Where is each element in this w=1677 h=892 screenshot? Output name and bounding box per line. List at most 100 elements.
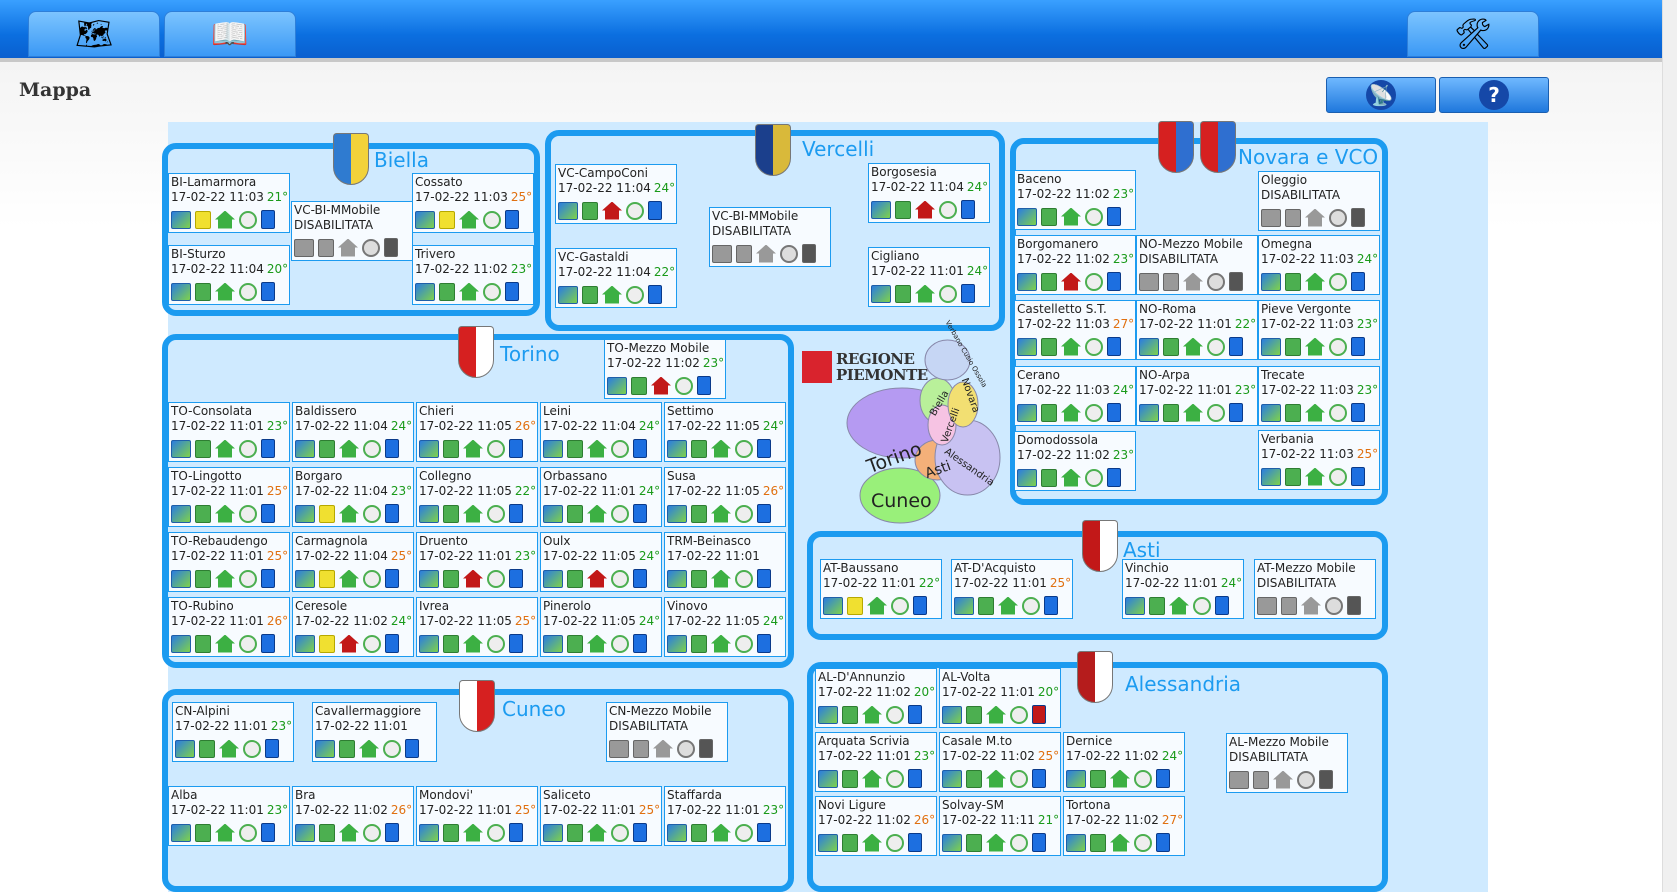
station-card[interactable]: BI-Sturzo 17-02-22 11:04 20° (168, 245, 290, 305)
battery-icon (1163, 272, 1179, 291)
station-card[interactable]: Druento 17-02-22 11:01 23° (416, 532, 538, 592)
station-card[interactable]: Baldissero 17-02-22 11:04 24° (292, 402, 414, 462)
station-card[interactable]: Trecate 17-02-22 11:03 23° (1258, 366, 1380, 426)
station-card[interactable]: Cigliano 17-02-22 11:01 24° (868, 247, 990, 307)
battery-icon (1041, 337, 1057, 356)
station-name: Pieve Vergonte (1261, 302, 1352, 316)
province-title-vercelli[interactable]: Vercelli (802, 137, 874, 161)
station-status-icons (1017, 468, 1121, 487)
station-card[interactable]: Castelletto S.T. 17-02-22 11:03 27° (1014, 300, 1136, 360)
station-card[interactable]: AT-Mezzo Mobile DISABILITATA (1254, 559, 1376, 619)
station-card[interactable]: AL-Volta 17-02-22 11:01 20° (939, 668, 1061, 728)
tools-button[interactable]: 🛠 (1407, 11, 1539, 57)
province-title-cuneo[interactable]: Cuneo (502, 697, 566, 721)
station-card[interactable]: Trivero 17-02-22 11:02 23° (412, 245, 534, 305)
station-card[interactable]: Baceno 17-02-22 11:02 23° (1014, 170, 1136, 230)
station-card[interactable]: NO-Roma 17-02-22 11:01 22° (1136, 300, 1258, 360)
station-card[interactable]: Cavallermaggiore 17-02-22 11:01 (312, 702, 437, 762)
station-card[interactable]: TRM-Beinasco 17-02-22 11:01 (664, 532, 786, 592)
station-card[interactable]: Bra 17-02-22 11:02 26° (292, 786, 414, 846)
station-card[interactable]: CN-Alpini 17-02-22 11:01 23° (172, 702, 294, 762)
station-card[interactable]: Staffarda 17-02-22 11:01 23° (664, 786, 786, 846)
station-card[interactable]: TO-Lingotto 17-02-22 11:01 25° (168, 467, 290, 527)
station-card[interactable]: Omegna 17-02-22 11:03 24° (1258, 235, 1380, 295)
station-card[interactable]: NO-Arpa 17-02-22 11:01 23° (1136, 366, 1258, 426)
station-card[interactable]: Tortona 17-02-22 11:02 27° (1063, 796, 1185, 856)
station-card[interactable]: Alba 17-02-22 11:01 23° (168, 786, 290, 846)
station-card[interactable]: Dernice 17-02-22 11:02 24° (1063, 732, 1185, 792)
vertical-scrollbar[interactable] (1662, 0, 1677, 892)
shelter-icon (339, 504, 359, 523)
station-card[interactable]: Pieve Vergonte 17-02-22 11:03 23° (1258, 300, 1380, 360)
antenna-button[interactable]: 📡 (1326, 77, 1436, 113)
station-datetime: 17-02-22 11:04 22° (558, 265, 675, 280)
station-card[interactable]: AL-Mezzo Mobile DISABILITATA (1226, 733, 1348, 793)
station-card[interactable]: NO-Mezzo Mobile DISABILITATA (1136, 235, 1258, 295)
clock-icon (1297, 770, 1315, 789)
station-date: 17-02-22 11:02 (1017, 187, 1110, 201)
province-title-biella[interactable]: Biella (374, 148, 429, 172)
door-icon (509, 439, 523, 458)
station-card[interactable]: TO-Rubino 17-02-22 11:01 26° (168, 597, 290, 657)
battery-icon (1285, 467, 1301, 486)
station-card[interactable]: AT-Baussano 17-02-22 11:01 22° (820, 559, 942, 619)
station-card[interactable]: Ivrea 17-02-22 11:05 25° (416, 597, 538, 657)
network-icon (415, 210, 435, 229)
station-card[interactable]: Oleggio DISABILITATA (1258, 171, 1380, 231)
station-card[interactable]: Borgomanero 17-02-22 11:02 23° (1014, 235, 1136, 295)
clock-icon (611, 823, 629, 842)
station-card[interactable]: Vinovo 17-02-22 11:05 24° (664, 597, 786, 657)
station-card[interactable]: Pinerolo 17-02-22 11:05 24° (540, 597, 662, 657)
station-card[interactable]: Borgosesia 17-02-22 11:04 24° (868, 163, 990, 223)
station-card[interactable]: Cerano 17-02-22 11:03 24° (1014, 366, 1136, 426)
station-card[interactable]: Casale M.to 17-02-22 11:02 25° (939, 732, 1061, 792)
province-title-torino[interactable]: Torino (500, 342, 560, 366)
province-title-novara-e-vco[interactable]: Novara e VCO (1238, 145, 1378, 169)
clock-icon (239, 210, 257, 229)
map-search-button[interactable]: 🗺 (28, 11, 160, 57)
station-temperature: 25° (638, 803, 661, 817)
station-card[interactable]: TO-Mezzo Mobile 17-02-22 11:02 23° (604, 339, 726, 399)
station-card[interactable]: Vinchio 17-02-22 11:01 24° (1122, 559, 1244, 619)
station-card[interactable]: Settimo 17-02-22 11:05 24° (664, 402, 786, 462)
station-card[interactable]: Carmagnola 17-02-22 11:04 25° (292, 532, 414, 592)
station-card[interactable]: VC-Gastaldi 17-02-22 11:04 22° (555, 248, 677, 308)
help-button[interactable]: ? (1439, 77, 1549, 113)
book-search-button[interactable]: 📖 (164, 11, 296, 57)
station-card[interactable]: Leini 17-02-22 11:04 24° (540, 402, 662, 462)
station-card[interactable]: TO-Rebaudengo 17-02-22 11:01 25° (168, 532, 290, 592)
station-datetime: 17-02-22 11:05 25° (419, 614, 536, 629)
station-card[interactable]: Chieri 17-02-22 11:05 26° (416, 402, 538, 462)
station-card[interactable]: Saliceto 17-02-22 11:01 25° (540, 786, 662, 846)
station-card[interactable]: Borgaro 17-02-22 11:04 23° (292, 467, 414, 527)
station-date: 17-02-22 11:01 (1139, 383, 1232, 397)
station-card[interactable]: Verbania 17-02-22 11:03 25° (1258, 430, 1380, 490)
station-temperature: 25° (390, 549, 413, 563)
station-name: TO-Rebaudengo (171, 534, 268, 548)
province-title-alessandria[interactable]: Alessandria (1125, 672, 1241, 696)
station-card[interactable]: Arquata Scrivia 17-02-22 11:01 23° (815, 732, 937, 792)
clock-icon (239, 569, 257, 588)
station-card[interactable]: Novi Ligure 17-02-22 11:02 26° (815, 796, 937, 856)
station-card[interactable]: Domodossola 17-02-22 11:02 23° (1014, 431, 1136, 491)
station-card[interactable]: Oulx 17-02-22 11:05 24° (540, 532, 662, 592)
station-card[interactable]: Solvay-SM 17-02-22 11:11 21° (939, 796, 1061, 856)
battery-icon (691, 823, 707, 842)
station-card[interactable]: Mondovi' 17-02-22 11:01 25° (416, 786, 538, 846)
station-card[interactable]: Cossato 17-02-22 11:03 25° (412, 173, 534, 233)
station-date: 17-02-22 11:04 (295, 419, 388, 433)
station-card[interactable]: VC-BI-MMobile DISABILITATA (709, 207, 831, 267)
station-card[interactable]: AL-D'Annunzio 17-02-22 11:02 20° (815, 668, 937, 728)
station-card[interactable]: Ceresole 17-02-22 11:02 24° (292, 597, 414, 657)
station-card[interactable]: Susa 17-02-22 11:05 26° (664, 467, 786, 527)
station-card[interactable]: Collegno 17-02-22 11:05 22° (416, 467, 538, 527)
station-card[interactable]: AT-D'Acquisto 17-02-22 11:01 25° (951, 559, 1073, 619)
station-card[interactable]: VC-CampoConi 17-02-22 11:04 24° (555, 164, 677, 224)
station-datetime: 17-02-22 11:02 23° (607, 356, 724, 371)
station-card[interactable]: VC-BI-MMobile DISABILITATA (291, 201, 413, 261)
station-name: Susa (667, 469, 696, 483)
station-card[interactable]: BI-Lamarmora 17-02-22 11:03 21° (168, 173, 290, 233)
station-card[interactable]: TO-Consolata 17-02-22 11:01 23° (168, 402, 290, 462)
station-card[interactable]: Orbassano 17-02-22 11:01 24° (540, 467, 662, 527)
station-card[interactable]: CN-Mezzo Mobile DISABILITATA (606, 702, 728, 762)
